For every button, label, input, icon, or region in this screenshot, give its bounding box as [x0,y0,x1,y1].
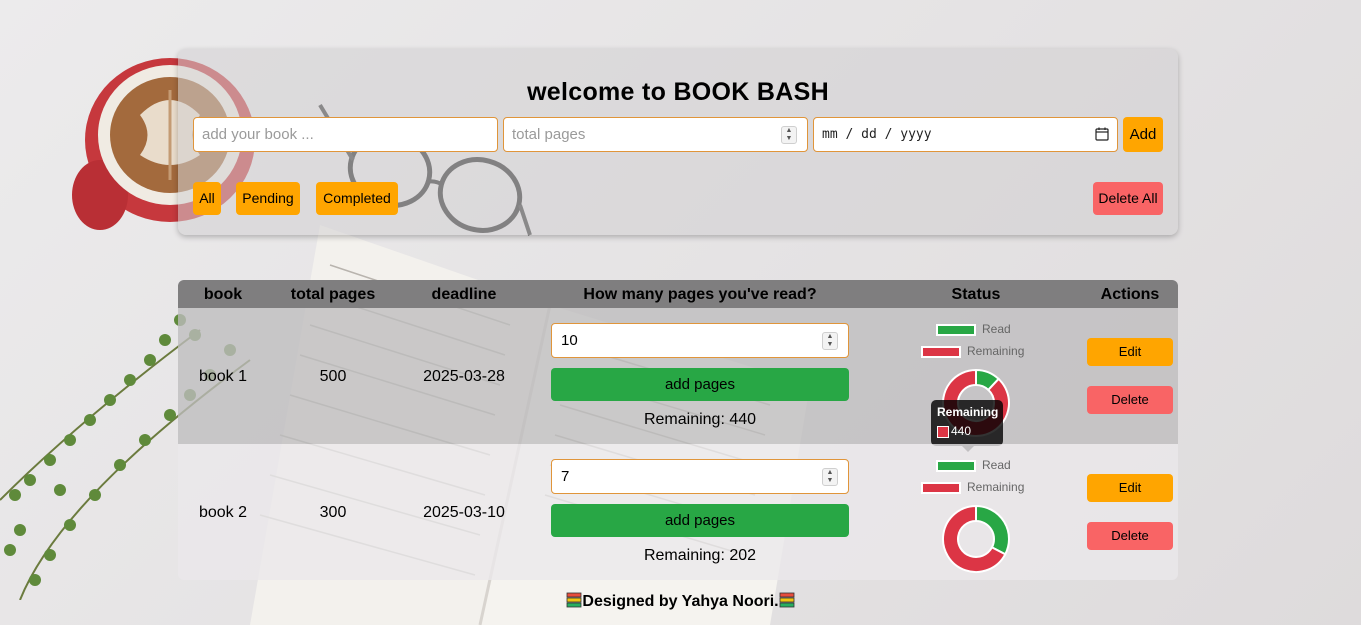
legend-remaining[interactable]: Remaining [921,480,1024,494]
table-header: book total pages deadline How many pages… [178,280,1178,308]
date-placeholder: mm / dd / yyyy [822,127,932,142]
filter-pending-button[interactable]: Pending [236,182,300,215]
number-spinner[interactable]: ▲ ▼ [781,126,797,144]
tooltip-value: 440 [951,424,972,438]
remaining-text: Remaining: 202 [643,547,757,564]
header-status: Status [951,286,1001,303]
pages-read-input[interactable]: 7 ▲ ▼ [551,459,849,494]
filter-completed-button[interactable]: Completed [316,182,398,215]
header-deadline: deadline [431,286,497,303]
tooltip-value-line: 440 [937,424,997,438]
legend-remaining-label: Remaining [967,480,1025,494]
legend-read[interactable]: Read [936,322,1011,336]
book-entry-panel: welcome to BOOK BASH add your book ... t… [178,49,1178,235]
legend-remaining-swatch [921,481,961,494]
books-icon [566,592,582,608]
page-title: welcome to BOOK BASH [527,78,829,106]
header-total-pages: total pages [290,286,376,303]
footer-credit: Designed by Yahya Noori. [582,593,779,610]
header-pages-read: How many pages you've read? [583,286,817,303]
add-pages-button[interactable]: add pages [551,368,849,401]
books-table: book total pages deadline How many pages… [178,280,1178,580]
legend-remaining[interactable]: Remaining [921,344,1024,358]
number-spinner[interactable]: ▲ ▼ [822,332,838,350]
tooltip-color-box [937,425,949,438]
remaining-text: Remaining: 440 [643,411,757,428]
add-book-button[interactable]: Add [1123,117,1163,152]
deadline-cell: 2025-03-28 [423,368,505,385]
legend-remaining-label: Remaining [967,344,1025,358]
pages-read-value: 10 [561,332,578,349]
deadline-date-input[interactable]: mm / dd / yyyy [813,117,1118,152]
number-spinner[interactable]: ▲ ▼ [822,468,838,486]
pages-read-input[interactable]: 10 ▲ ▼ [551,323,849,358]
book-name-input[interactable]: add your book ... [193,117,498,152]
total-pages-input[interactable]: total pages ▲ ▼ [503,117,808,152]
delete-button[interactable]: Delete [1087,386,1173,414]
header-actions: Actions [1100,286,1160,303]
books-icon [779,592,795,608]
table-row: book 2 300 2025-03-10 7 ▲ ▼ add pages Rem… [178,444,1178,580]
book-name-cell: book 2 [198,504,248,521]
total-pages-cell: 500 [319,368,347,385]
tooltip-title: Remaining [937,405,999,419]
legend-remaining-swatch [921,345,961,358]
table-row: book 1 500 2025-03-28 10 ▲ ▼ add pages Re… [178,308,1178,452]
filter-all-button[interactable]: All [193,182,221,215]
add-pages-button[interactable]: add pages [551,504,849,537]
total-pages-placeholder: total pages [512,126,586,143]
pages-read-value: 7 [561,468,570,485]
progress-donut-chart[interactable] [941,504,1011,574]
book-name-cell: book 1 [198,368,248,385]
chart-tooltip: Remaining 440 [931,400,1003,452]
delete-all-button[interactable]: Delete All [1093,182,1163,215]
edit-button[interactable]: Edit [1087,338,1173,366]
footer: Designed by Yahya Noori. [0,592,1361,611]
delete-button[interactable]: Delete [1087,522,1173,550]
edit-button[interactable]: Edit [1087,474,1173,502]
header-book: book [203,286,243,303]
legend-read-label: Read [982,458,1011,472]
calendar-icon[interactable] [1095,127,1109,141]
total-pages-cell: 300 [319,504,347,521]
legend-read-swatch [936,323,976,336]
legend-read[interactable]: Read [936,458,1011,472]
deadline-cell: 2025-03-10 [423,504,505,521]
legend-read-label: Read [982,322,1011,336]
legend-read-swatch [936,459,976,472]
